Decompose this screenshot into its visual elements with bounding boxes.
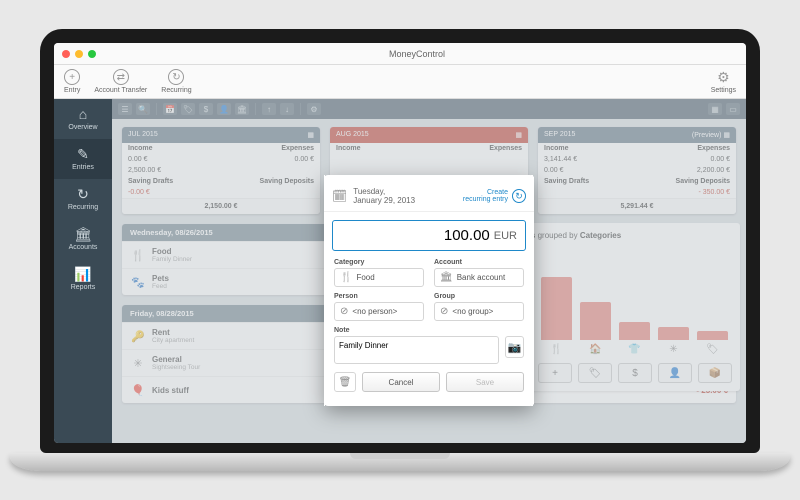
currency-label: EUR [494, 230, 517, 242]
none-icon: ⊘ [440, 306, 448, 317]
recurring-icon: ↻ [168, 69, 184, 85]
sidebar-item-overview[interactable]: ⌂ Overview [54, 99, 112, 139]
amount-input[interactable] [341, 227, 490, 244]
delete-button[interactable]: 🗑 [334, 372, 356, 392]
home-icon: ⌂ [79, 107, 87, 121]
transfer-icon: ⇄ [113, 69, 129, 85]
titlebar: MoneyControl [54, 43, 746, 65]
sidebar-item-label: Recurring [68, 204, 98, 211]
camera-icon: 📷 [508, 341, 522, 354]
toolbar: + Entry ⇄ Account Transfer ↻ Recurring ⚙… [54, 65, 746, 99]
gear-icon: ⚙ [715, 69, 731, 85]
sidebar-item-label: Overview [68, 124, 97, 131]
recurring-button[interactable]: ↻ Recurring [161, 69, 191, 94]
account-picker[interactable]: 🏛Bank account [434, 268, 524, 287]
window-title: MoneyControl [389, 49, 445, 59]
close-traffic-light[interactable] [62, 50, 70, 58]
zoom-traffic-light[interactable] [88, 50, 96, 58]
sidebar-item-label: Reports [71, 284, 96, 291]
bank-icon: 🏛 [74, 227, 92, 241]
entry-button[interactable]: + Entry [64, 69, 80, 94]
sidebar-item-reports[interactable]: 📊 Reports [54, 259, 112, 299]
group-picker[interactable]: ⊘<no group> [434, 302, 524, 321]
save-button[interactable]: Save [446, 372, 524, 392]
sidebar-item-label: Entries [72, 164, 94, 171]
settings-button[interactable]: ⚙ Settings [711, 69, 736, 94]
entry-date[interactable]: Tuesday, January 29, 2013 [353, 187, 457, 205]
pencil-icon: ✎ [77, 147, 89, 161]
create-recurring-button[interactable]: Create recurring entry ↻ [463, 189, 526, 203]
minimize-traffic-light[interactable] [75, 50, 83, 58]
sidebar-item-label: Accounts [69, 244, 98, 251]
calendar-icon: 🗓 [332, 189, 347, 203]
trash-icon: 🗑 [339, 377, 352, 388]
chart-icon: 📊 [74, 267, 91, 281]
plus-icon: + [64, 69, 80, 85]
cancel-button[interactable]: Cancel [362, 372, 440, 392]
bank-icon: 🏛 [440, 272, 453, 283]
sidebar-item-accounts[interactable]: 🏛 Accounts [54, 219, 112, 259]
sidebar: ⌂ Overview ✎ Entries ↻ Recurring 🏛 Accou… [54, 99, 112, 443]
amount-field[interactable]: EUR [332, 220, 526, 251]
attach-photo-button[interactable]: 📷 [505, 336, 524, 358]
sidebar-item-recurring[interactable]: ↻ Recurring [54, 179, 112, 219]
food-icon: 🍴 [340, 272, 352, 283]
note-input[interactable] [334, 336, 499, 364]
entry-modal: 🗓 Tuesday, January 29, 2013 Create recur… [324, 175, 534, 406]
none-icon: ⊘ [340, 306, 348, 317]
recurring-icon: ↻ [512, 189, 526, 203]
category-picker[interactable]: 🍴Food [334, 268, 424, 287]
account-transfer-button[interactable]: ⇄ Account Transfer [94, 69, 147, 94]
cycle-icon: ↻ [77, 187, 89, 201]
sidebar-item-entries[interactable]: ✎ Entries [54, 139, 112, 179]
person-picker[interactable]: ⊘<no person> [334, 302, 424, 321]
